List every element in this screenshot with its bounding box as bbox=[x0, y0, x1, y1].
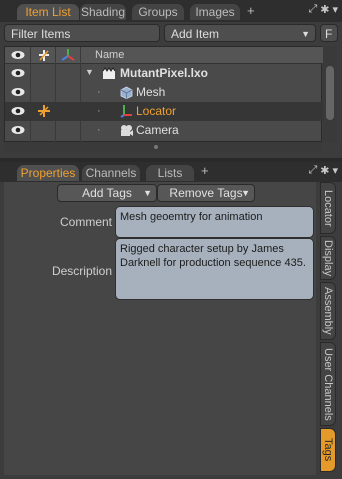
lock-icon[interactable] bbox=[37, 104, 51, 118]
gear-icon[interactable]: ✱ bbox=[320, 3, 329, 16]
tree-connector: · bbox=[97, 124, 101, 136]
add-item-dropdown[interactable]: Add Item ▼ bbox=[164, 24, 316, 42]
expand-icon[interactable]: ⤢ bbox=[308, 164, 317, 177]
chevron-down-icon: ▼ bbox=[301, 29, 310, 39]
eye-icon[interactable] bbox=[11, 87, 25, 97]
tab-images[interactable]: Images bbox=[190, 4, 240, 20]
filter-items-input[interactable]: Filter Items bbox=[4, 24, 160, 42]
add-tags-button[interactable]: Add Tags ▼ bbox=[57, 184, 157, 202]
description-field[interactable]: Rigged character setup by James Darknell… bbox=[115, 238, 314, 300]
side-tab-label: Tags bbox=[322, 438, 334, 462]
list-item[interactable]: · Camera bbox=[5, 121, 323, 140]
tab-channels[interactable]: Channels bbox=[82, 165, 140, 181]
chevron-down-icon: ▼ bbox=[241, 188, 250, 198]
axis-column-icon[interactable] bbox=[61, 48, 75, 62]
chevron-down-icon[interactable]: ▾ bbox=[332, 164, 338, 177]
comment-label: Comment bbox=[59, 215, 112, 229]
lock-column-icon[interactable] bbox=[37, 49, 51, 62]
item-list: Name ▼ MutantPixel.lxo · Mesh · Locator … bbox=[4, 46, 323, 143]
remove-tags-label: Remove Tags bbox=[169, 186, 243, 200]
list-item[interactable]: · Locator bbox=[5, 102, 323, 121]
item-label: MutantPixel.lxo bbox=[120, 66, 209, 80]
side-tab-label: Assembly bbox=[322, 287, 334, 335]
expand-icon[interactable]: ⤢ bbox=[308, 3, 317, 16]
add-tags-label: Add Tags bbox=[82, 186, 132, 200]
bottom-tab-bar: Properties Channels Lists + ⤢ ✱ ▾ bbox=[0, 162, 342, 182]
side-tab-label: Locator bbox=[322, 189, 334, 227]
filter-f-button[interactable]: F bbox=[320, 24, 338, 42]
side-tab-label: User Channels bbox=[322, 347, 334, 421]
comment-field[interactable]: Mesh geoemtry for animation bbox=[115, 206, 314, 238]
tree-connector: · bbox=[97, 105, 101, 117]
list-header: Name bbox=[5, 47, 323, 64]
scrollbar-thumb[interactable] bbox=[154, 145, 158, 149]
side-tab-label: Display bbox=[322, 239, 334, 277]
camera-icon bbox=[121, 125, 133, 136]
eye-icon[interactable] bbox=[11, 125, 25, 135]
visibility-column-icon[interactable] bbox=[11, 50, 25, 60]
panel-controls: ⤢ ✱ ▾ bbox=[308, 164, 338, 177]
add-tab-button[interactable]: + bbox=[247, 3, 255, 18]
chevron-down-icon: ▼ bbox=[143, 188, 152, 198]
name-column-header[interactable]: Name bbox=[95, 49, 124, 61]
list-item[interactable]: ▼ MutantPixel.lxo bbox=[5, 64, 323, 83]
tree-connector: · bbox=[97, 86, 101, 98]
item-label: Locator bbox=[136, 104, 177, 118]
add-tab-button[interactable]: + bbox=[201, 163, 209, 178]
side-tab-user-channels[interactable]: User Channels bbox=[320, 342, 336, 426]
scrollbar-thumb[interactable] bbox=[326, 66, 334, 120]
tab-shading[interactable]: Shading bbox=[80, 4, 126, 20]
side-tab-assembly[interactable]: Assembly bbox=[320, 282, 336, 340]
tab-item-list[interactable]: Item List bbox=[17, 4, 79, 20]
mesh-cube-icon bbox=[120, 86, 133, 99]
item-label: Mesh bbox=[136, 85, 166, 99]
tab-groups[interactable]: Groups bbox=[132, 4, 184, 20]
eye-icon[interactable] bbox=[11, 106, 25, 116]
remove-tags-button[interactable]: Remove Tags ▼ bbox=[157, 184, 255, 202]
list-horizontal-scrollbar[interactable] bbox=[4, 142, 322, 152]
eye-icon[interactable] bbox=[11, 68, 25, 78]
locator-icon bbox=[120, 105, 132, 118]
top-tab-bar: Item List Shading Groups Images + ⤢ ✱ ▾ bbox=[0, 0, 342, 22]
side-tab-display[interactable]: Display bbox=[320, 236, 336, 280]
scene-file-icon bbox=[102, 67, 116, 79]
chevron-down-icon[interactable]: ▾ bbox=[332, 3, 338, 16]
tab-lists[interactable]: Lists bbox=[146, 165, 194, 181]
gear-icon[interactable]: ✱ bbox=[320, 164, 329, 177]
side-tab-locator[interactable]: Locator bbox=[320, 182, 336, 234]
list-vertical-scrollbar[interactable] bbox=[323, 46, 337, 142]
item-label: Camera bbox=[136, 123, 179, 137]
properties-content: Add Tags ▼ Remove Tags ▼ Comment Mesh ge… bbox=[4, 182, 316, 475]
list-item[interactable]: · Mesh bbox=[5, 83, 323, 102]
tab-properties[interactable]: Properties bbox=[17, 165, 79, 181]
description-label: Description bbox=[51, 264, 112, 278]
add-item-label: Add Item bbox=[171, 27, 220, 41]
panel-controls: ⤢ ✱ ▾ bbox=[308, 3, 338, 16]
expand-arrow-icon[interactable]: ▼ bbox=[85, 67, 94, 77]
side-tab-tags[interactable]: Tags bbox=[320, 428, 336, 472]
